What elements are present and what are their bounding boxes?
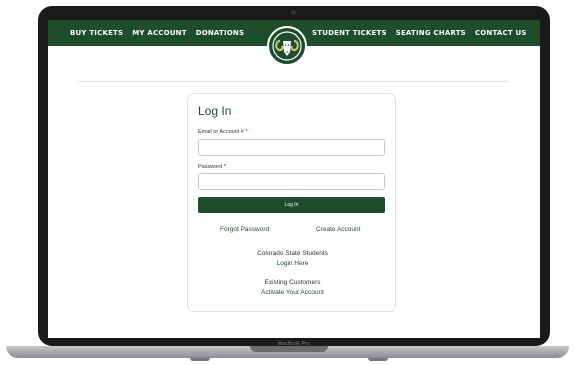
password-input[interactable]: [198, 173, 385, 190]
laptop-screen: BUY TICKETS MY ACCOUNT DONATIONS STUDENT…: [48, 20, 540, 338]
students-heading: Colorado State Students: [257, 250, 328, 257]
nav-contact-us[interactable]: CONTACT US: [475, 29, 527, 37]
ram-head-icon: [272, 31, 302, 61]
email-required-mark: *: [245, 129, 248, 135]
laptop-lid: BUY TICKETS MY ACCOUNT DONATIONS STUDENT…: [38, 6, 550, 347]
camera-dot: [291, 10, 296, 15]
login-card: Log In Email or Account # * Password * L…: [187, 93, 396, 312]
email-label: Email or Account # *: [198, 129, 248, 135]
email-input[interactable]: [198, 139, 385, 156]
nav-left: BUY TICKETS MY ACCOUNT DONATIONS: [70, 20, 253, 46]
nav-student-tickets[interactable]: STUDENT TICKETS: [312, 29, 387, 37]
password-label-text: Password: [198, 164, 223, 170]
email-label-text: Email or Account #: [198, 129, 244, 135]
password-label: Password *: [198, 164, 226, 170]
header-divider: [78, 81, 510, 82]
laptop-base-notch: [250, 346, 328, 352]
ram-logo-icon[interactable]: [267, 26, 307, 66]
existing-heading: Existing Customers: [264, 279, 321, 286]
create-account-link[interactable]: Create Account: [316, 226, 360, 233]
forgot-password-link[interactable]: Forgot Password: [220, 226, 269, 233]
laptop-foot-left: [190, 358, 210, 361]
password-required-mark: *: [223, 164, 226, 170]
login-title: Log In: [198, 104, 232, 118]
laptop-chin: MacBook Pro: [38, 332, 550, 347]
login-button[interactable]: Log In: [198, 197, 385, 213]
activate-account-link[interactable]: Activate Your Account: [188, 288, 397, 298]
stage: BUY TICKETS MY ACCOUNT DONATIONS STUDENT…: [0, 0, 575, 365]
students-login-link[interactable]: Login Here: [188, 259, 397, 269]
students-block: Colorado State Students Login Here: [188, 249, 397, 269]
nav-right: STUDENT TICKETS SEATING CHARTS CONTACT U…: [312, 20, 536, 46]
laptop-foot-right: [368, 358, 388, 361]
existing-block: Existing Customers Activate Your Account: [188, 278, 397, 298]
nav-seating-charts[interactable]: SEATING CHARTS: [396, 29, 466, 37]
nav-buy-tickets[interactable]: BUY TICKETS: [70, 29, 123, 37]
nav-my-account[interactable]: MY ACCOUNT: [132, 29, 186, 37]
nav-donations[interactable]: DONATIONS: [196, 29, 245, 37]
